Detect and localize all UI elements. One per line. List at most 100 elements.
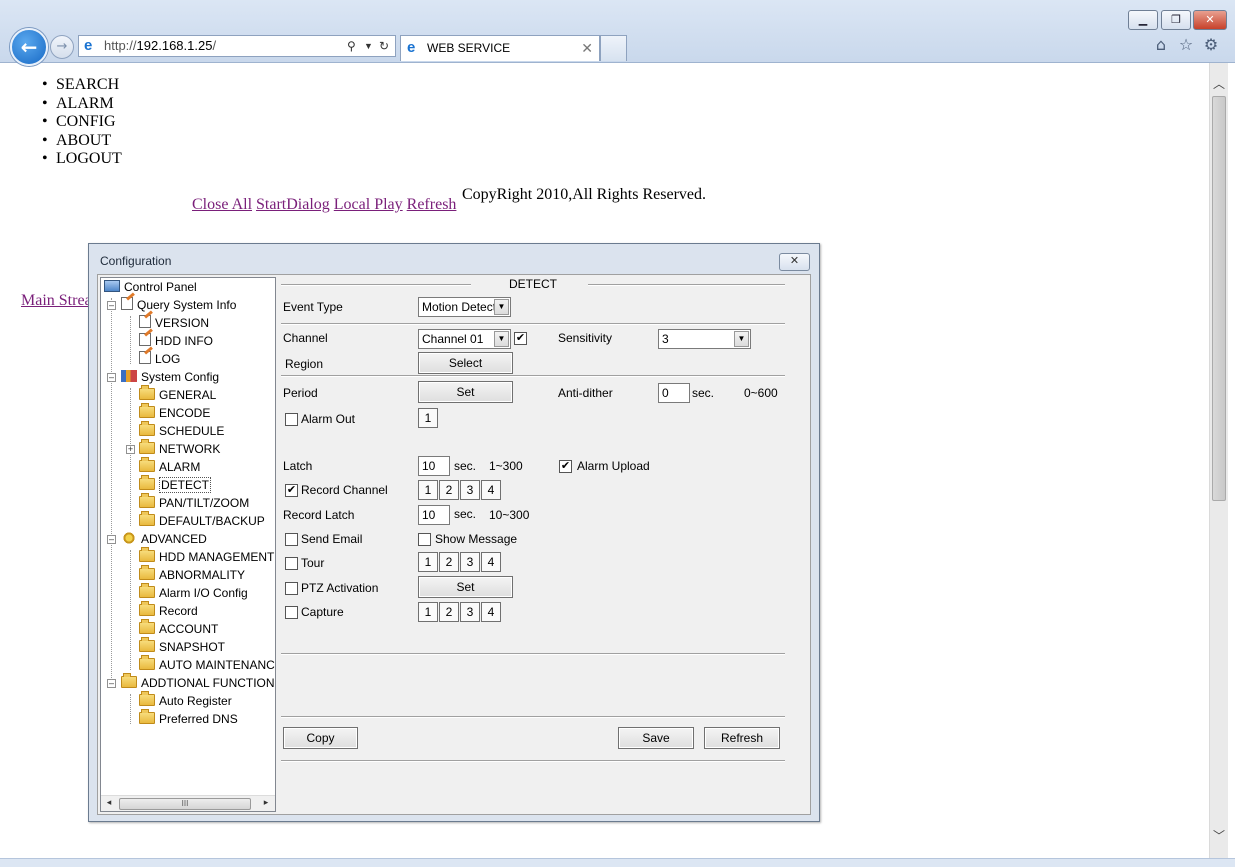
home-icon[interactable]: ⌂ xyxy=(1151,35,1171,55)
sensitivity-select[interactable]: 3 ▼ xyxy=(658,329,751,349)
record-channel-2[interactable]: 2 xyxy=(439,480,459,500)
tree-node-hdd-management[interactable]: HDD MANAGEMENT xyxy=(139,547,275,566)
tour-channel-4[interactable]: 4 xyxy=(481,552,501,572)
tree-node-detect[interactable]: DETECT xyxy=(139,475,211,494)
favorites-star-icon[interactable]: ☆ xyxy=(1176,35,1196,55)
event-type-select[interactable]: Motion Detect ▼ xyxy=(418,297,511,317)
tour-channel-1[interactable]: 1 xyxy=(418,552,438,572)
nav-item-about[interactable]: ABOUT xyxy=(38,132,122,151)
record-channel-1[interactable]: 1 xyxy=(418,480,438,500)
scroll-left-arrow-icon[interactable]: ◂ xyxy=(102,797,116,808)
capture-channel-1[interactable]: 1 xyxy=(418,602,438,622)
tree-node-system-config[interactable]: System Config xyxy=(121,368,219,386)
tree-node-abnormality[interactable]: ABNORMALITY xyxy=(139,565,245,584)
scroll-right-arrow-icon[interactable]: ▸ xyxy=(259,797,273,808)
scroll-up-arrow-icon[interactable]: ︿ xyxy=(1210,75,1228,92)
close-window-button[interactable]: ✕ xyxy=(1193,10,1227,30)
nav-item-config[interactable]: CONFIG xyxy=(38,113,122,132)
ptz-activation-checkbox[interactable] xyxy=(285,582,298,595)
tree-node-alarm-io-config[interactable]: Alarm I/O Config xyxy=(139,583,248,602)
alarm-out-channel-1[interactable]: 1 xyxy=(418,408,438,428)
tree-node-auto-register[interactable]: Auto Register xyxy=(139,691,232,710)
tour-channel-2[interactable]: 2 xyxy=(439,552,459,572)
tree-horizontal-scrollbar[interactable]: ◂ III ▸ xyxy=(101,795,275,811)
tree-scrollbar-thumb[interactable]: III xyxy=(119,798,251,810)
collapse-icon[interactable]: – xyxy=(107,535,116,544)
nav-item-search[interactable]: SEARCH xyxy=(38,76,122,95)
tree-node-default-backup[interactable]: DEFAULT/BACKUP xyxy=(139,511,265,530)
copyright-text: CopyRight 2010,All Rights Reserved. xyxy=(462,186,706,203)
ptz-set-button[interactable]: Set xyxy=(418,576,513,598)
tree-node-preferred-dns[interactable]: Preferred DNS xyxy=(139,709,238,728)
main-stream-link[interactable]: Main Strea xyxy=(21,292,92,310)
capture-channel-4[interactable]: 4 xyxy=(481,602,501,622)
expand-icon[interactable]: + xyxy=(126,445,135,454)
new-tab-button[interactable] xyxy=(600,35,627,61)
nav-item-logout[interactable]: LOGOUT xyxy=(38,150,122,169)
capture-channel-2[interactable]: 2 xyxy=(439,602,459,622)
start-dialog-link[interactable]: StartDialog xyxy=(256,196,330,213)
minimize-button[interactable]: ▁ xyxy=(1128,10,1158,30)
page-vertical-scrollbar[interactable]: ︿ ﹀ xyxy=(1209,63,1228,858)
close-all-link[interactable]: Close All xyxy=(192,196,252,213)
tree-node-auto-maintenance[interactable]: AUTO MAINTENANCE xyxy=(139,655,275,674)
close-tab-icon[interactable]: ✕ xyxy=(581,36,593,60)
forward-button[interactable]: → xyxy=(50,35,74,59)
local-play-link[interactable]: Local Play xyxy=(334,196,403,213)
maximize-button[interactable]: ❐ xyxy=(1161,10,1191,30)
tree-node-addtional-function[interactable]: ADDTIONAL FUNCTION xyxy=(121,673,275,692)
tree-node-label: ADDTIONAL FUNCTION xyxy=(141,676,275,690)
dialog-close-button[interactable]: ✕ xyxy=(779,253,810,271)
record-channel-3[interactable]: 3 xyxy=(460,480,480,500)
tree-node-alarm[interactable]: ALARM xyxy=(139,457,200,476)
gear-icon[interactable]: ⚙ xyxy=(1201,35,1221,55)
tree-node-encode[interactable]: ENCODE xyxy=(139,403,210,422)
tree-node-advanced[interactable]: ADVANCED xyxy=(121,530,207,548)
copy-button[interactable]: Copy xyxy=(283,727,358,749)
tour-channel-3[interactable]: 3 xyxy=(460,552,480,572)
refresh-icon[interactable]: ↻ xyxy=(379,36,389,56)
refresh-link[interactable]: Refresh xyxy=(407,196,457,213)
channel-enable-checkbox[interactable]: ✔ xyxy=(514,332,527,345)
tree-node-schedule[interactable]: SCHEDULE xyxy=(139,421,224,440)
alarm-out-checkbox[interactable] xyxy=(285,413,298,426)
address-bar[interactable]: e http://192.168.1.25/ ⚲ ▼ ↻ xyxy=(78,35,396,57)
tree-node-snapshot[interactable]: SNAPSHOT xyxy=(139,637,225,656)
tree-node-pan-tilt-zoom[interactable]: PAN/TILT/ZOOM xyxy=(139,493,249,512)
tree-node-query-system-info[interactable]: Query System Info xyxy=(121,296,236,314)
refresh-button[interactable]: Refresh xyxy=(704,727,780,749)
collapse-icon[interactable]: – xyxy=(107,301,116,310)
tree-node-account[interactable]: ACCOUNT xyxy=(139,619,218,638)
capture-channel-3[interactable]: 3 xyxy=(460,602,480,622)
send-email-checkbox[interactable] xyxy=(285,533,298,546)
tree-node-network[interactable]: NETWORK xyxy=(139,439,220,458)
tour-checkbox[interactable] xyxy=(285,557,298,570)
anti-dither-input[interactable]: 0 xyxy=(658,383,690,403)
back-button[interactable]: ← xyxy=(10,28,48,66)
record-latch-input[interactable]: 10 xyxy=(418,505,450,525)
folder-icon xyxy=(139,619,155,634)
collapse-icon[interactable]: – xyxy=(107,679,116,688)
capture-checkbox[interactable] xyxy=(285,606,298,619)
tree-node-control-panel[interactable]: Control Panel xyxy=(104,278,197,296)
show-message-checkbox[interactable] xyxy=(418,533,431,546)
record-channel-4[interactable]: 4 xyxy=(481,480,501,500)
tree-node-log[interactable]: LOG xyxy=(139,350,180,368)
alarm-upload-checkbox[interactable]: ✔ xyxy=(559,460,572,473)
scroll-down-arrow-icon[interactable]: ﹀ xyxy=(1210,827,1228,844)
save-button[interactable]: Save xyxy=(618,727,694,749)
browser-tab[interactable]: e WEB SERVICE ✕ xyxy=(400,35,600,61)
dropdown-arrow-icon[interactable]: ▼ xyxy=(364,36,373,56)
tree-node-record[interactable]: Record xyxy=(139,601,198,620)
channel-select[interactable]: Channel 01 ▼ xyxy=(418,329,511,349)
tree-node-general[interactable]: GENERAL xyxy=(139,385,216,404)
record-channel-checkbox[interactable]: ✔ xyxy=(285,484,298,497)
latch-input[interactable]: 10 xyxy=(418,456,450,476)
period-set-button[interactable]: Set xyxy=(418,381,513,403)
scrollbar-thumb[interactable] xyxy=(1212,96,1226,501)
region-select-button[interactable]: Select xyxy=(418,352,513,374)
tree-node-label: HDD MANAGEMENT xyxy=(159,550,275,564)
search-icon[interactable]: ⚲ xyxy=(347,36,356,56)
nav-item-alarm[interactable]: ALARM xyxy=(38,95,122,114)
collapse-icon[interactable]: – xyxy=(107,373,116,382)
